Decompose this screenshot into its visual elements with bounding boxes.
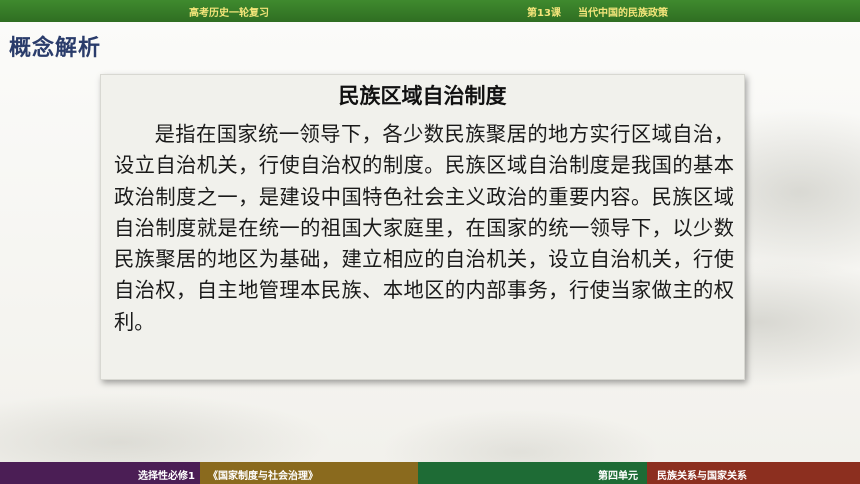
footer-unit: 第四单元 bbox=[598, 471, 638, 482]
footer-book-segment: 《国家制度与社会治理》 bbox=[200, 462, 418, 484]
course-name: 高考历史一轮复习 bbox=[189, 8, 269, 19]
footer-unit-title-segment: 民族关系与国家关系 bbox=[647, 462, 860, 484]
concept-title: 民族区域自治制度 bbox=[338, 84, 507, 108]
concept-body: 是指在国家统一领导下，各少数民族聚居的地方实行区域自治，设立自治机关，行使自治权… bbox=[114, 122, 734, 334]
header-bar: 高考历史一轮复习 第13课 当代中国的民族政策 bbox=[0, 0, 860, 22]
footer-module: 选择性必修1 bbox=[138, 471, 195, 482]
footer-unit-title: 民族关系与国家关系 bbox=[657, 471, 747, 482]
section-heading: 概念解析 bbox=[9, 36, 102, 61]
footer-module-segment: 选择性必修1 bbox=[0, 462, 200, 484]
footer-unit-segment: 第四单元 bbox=[418, 462, 647, 484]
footer-book: 《国家制度与社会治理》 bbox=[208, 471, 318, 482]
lesson-title: 当代中国的民族政策 bbox=[578, 8, 668, 19]
concept-card: 民族区域自治制度 是指在国家统一领导下，各少数民族聚居的地方实行区域自治，设立自… bbox=[100, 74, 745, 380]
footer-bar: 选择性必修1 《国家制度与社会治理》 第四单元 民族关系与国家关系 bbox=[0, 462, 860, 484]
lesson-number: 第13课 bbox=[527, 8, 561, 19]
